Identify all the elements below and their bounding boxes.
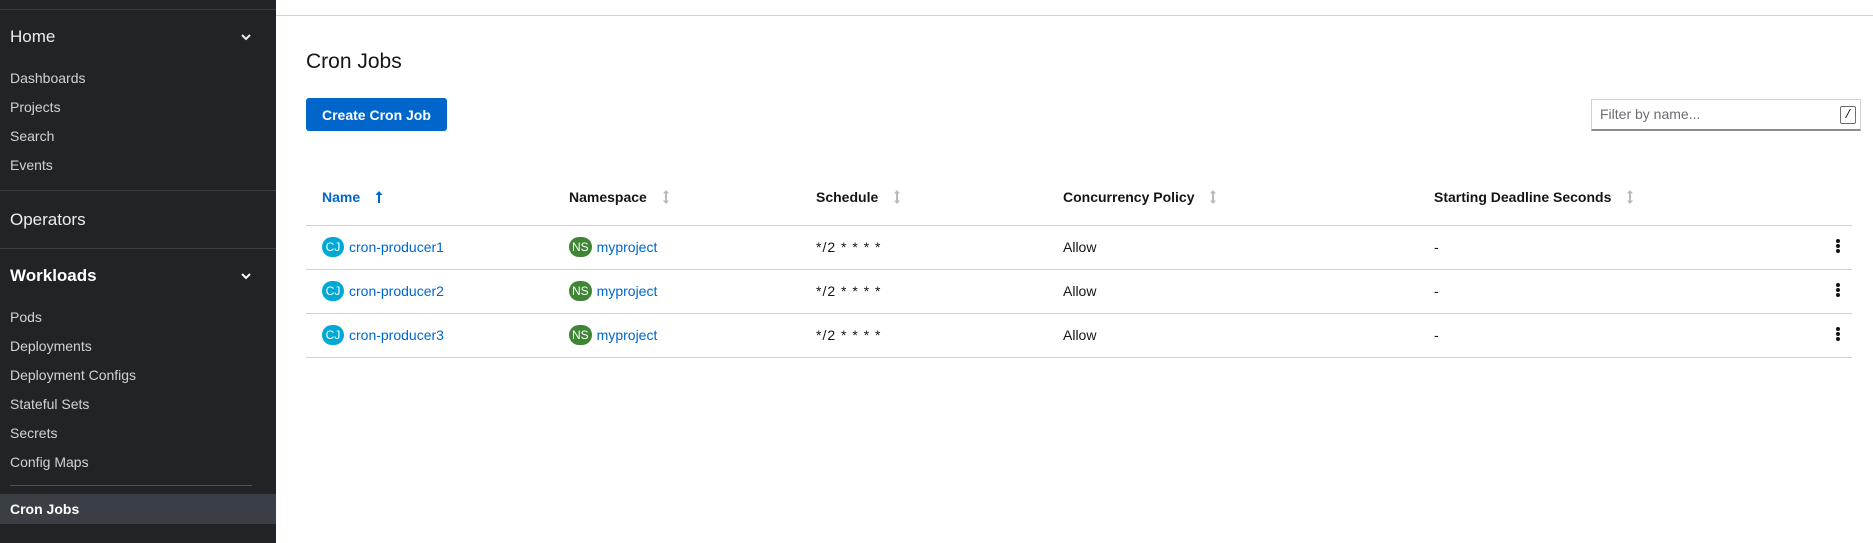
cell-name: CJ cron-producer1 (306, 224, 553, 269)
create-cron-job-button[interactable]: Create Cron Job (306, 98, 447, 131)
filter-box: / (1591, 98, 1861, 131)
chevron-down-icon (240, 270, 252, 282)
table-row: CJ cron-producer3 NS myproject */2 * * * *… (306, 312, 1852, 358)
column-header-concurrency-policy-label: Concurrency Policy (1063, 188, 1195, 205)
cell-actions (1792, 312, 1852, 358)
keyboard-shortcut-hint: / (1840, 105, 1856, 124)
cell-namespace: NS myproject (553, 268, 800, 313)
sort-icon (892, 189, 906, 207)
main-content: Cron Jobs Create Cron Job / (276, 0, 1873, 543)
sidebar-item-deployments[interactable]: Deployments (0, 332, 276, 361)
table-row: CJ cron-producer1 NS myproject */2 * * * *… (306, 224, 1852, 269)
kebab-menu-icon[interactable] (1828, 234, 1848, 258)
cron-job-link[interactable]: cron-producer2 (349, 283, 444, 299)
cell-name: CJ cron-producer2 (306, 268, 553, 313)
sidebar-item-stateful-sets[interactable]: Stateful Sets (0, 390, 276, 419)
sidebar-item-deployment-configs[interactable]: Deployment Configs (0, 361, 276, 390)
column-header-starting-deadline-seconds[interactable]: Starting Deadline Seconds (1418, 171, 1792, 225)
cell-concurrency-policy: Allow (1047, 312, 1418, 358)
namespace-link[interactable]: myproject (597, 327, 658, 343)
sidebar-item-events[interactable]: Events (0, 151, 276, 180)
chevron-down-icon (240, 31, 252, 43)
sidebar-item-config-maps[interactable]: Config Maps (0, 448, 276, 477)
nav-section-operators[interactable]: Operators (0, 191, 276, 249)
cell-namespace: NS myproject (553, 312, 800, 358)
column-header-actions (1792, 171, 1852, 225)
cell-schedule: */2 * * * * (800, 268, 1047, 313)
cell-namespace: NS myproject (553, 224, 800, 269)
sidebar-item-projects[interactable]: Projects (0, 93, 276, 122)
toolbar: Create Cron Job / (306, 98, 1873, 131)
filter-by-name-input[interactable] (1592, 99, 1860, 129)
column-header-name-label: Name (322, 188, 361, 205)
namespace-link[interactable]: myproject (597, 239, 658, 255)
cron-job-badge: CJ (322, 325, 344, 345)
cell-actions (1792, 224, 1852, 269)
cell-name: CJ cron-producer3 (306, 312, 553, 358)
namespace-badge: NS (569, 281, 592, 301)
sort-icon (1625, 189, 1639, 207)
nav-section-operators-label: Operators (10, 209, 86, 229)
kebab-menu-icon[interactable] (1828, 278, 1848, 302)
column-header-namespace[interactable]: Namespace (553, 171, 800, 225)
nav-section-workloads[interactable]: Workloads (0, 249, 276, 303)
sidebar-top-divider (0, 0, 276, 10)
sidebar-item-pods[interactable]: Pods (0, 303, 276, 332)
sidebar-item-secrets[interactable]: Secrets (0, 419, 276, 448)
sidebar-item-search[interactable]: Search (0, 122, 276, 151)
nav-section-home-label: Home (10, 27, 56, 46)
table-header-row: Name Namespace Schedule Concurrency Poli… (306, 171, 1852, 225)
app-root: Home Dashboards Projects Search Events O… (0, 0, 1873, 543)
cell-concurrency-policy: Allow (1047, 268, 1418, 313)
cell-starting-deadline: - (1418, 312, 1792, 358)
sidebar-subgroup-divider (10, 485, 252, 486)
sort-icon (661, 189, 675, 207)
page-title: Cron Jobs (306, 50, 402, 73)
table-row: CJ cron-producer2 NS myproject */2 * * * *… (306, 268, 1852, 313)
cell-starting-deadline: - (1418, 268, 1792, 313)
kebab-menu-icon[interactable] (1828, 322, 1848, 346)
cell-actions (1792, 268, 1852, 313)
cron-job-link[interactable]: cron-producer1 (349, 239, 444, 255)
column-header-schedule[interactable]: Schedule (800, 171, 1047, 225)
column-header-concurrency-policy[interactable]: Concurrency Policy (1047, 171, 1418, 225)
sidebar-item-cron-jobs[interactable]: Cron Jobs (0, 494, 276, 524)
sidebar-nav: Home Dashboards Projects Search Events O… (0, 0, 276, 543)
sidebar-item-dashboards[interactable]: Dashboards (0, 64, 276, 93)
cell-starting-deadline: - (1418, 224, 1792, 269)
column-header-schedule-label: Schedule (816, 188, 879, 205)
sort-icon (1208, 189, 1222, 207)
cron-jobs-table: Name Namespace Schedule Concurrency Poli… (306, 171, 1852, 358)
top-bar (276, 0, 1873, 16)
namespace-badge: NS (569, 325, 592, 345)
column-header-namespace-label: Namespace (569, 188, 647, 205)
namespace-badge: NS (569, 237, 592, 257)
cell-schedule: */2 * * * * (800, 224, 1047, 269)
nav-section-home[interactable]: Home (0, 10, 276, 64)
column-header-name[interactable]: Name (306, 171, 553, 225)
cron-job-link[interactable]: cron-producer3 (349, 327, 444, 343)
column-header-starting-deadline-seconds-label: Starting Deadline Seconds (1434, 188, 1612, 205)
cron-job-badge: CJ (322, 237, 344, 257)
nav-section-workloads-label: Workloads (10, 266, 97, 285)
namespace-link[interactable]: myproject (597, 283, 658, 299)
sort-ascending-icon (374, 190, 388, 207)
cell-concurrency-policy: Allow (1047, 224, 1418, 269)
cell-schedule: */2 * * * * (800, 312, 1047, 358)
cron-job-badge: CJ (322, 281, 344, 301)
